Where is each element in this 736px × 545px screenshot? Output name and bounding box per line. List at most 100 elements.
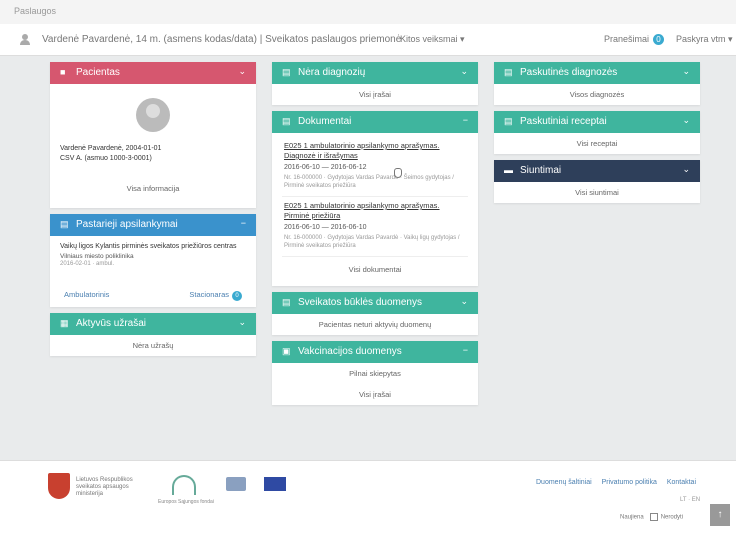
minus-icon[interactable]: − [241, 218, 246, 228]
event-item[interactable]: Vaikų ligos Kylantis pirminės sveikatos … [50, 236, 256, 284]
documents-card-title: Dokumentai [298, 116, 352, 127]
diagnoses-card-title: Nėra diagnozių [298, 67, 366, 78]
last-diagnoses-title: Paskutinės diagnozės [520, 67, 618, 78]
footer-link[interactable]: Privatumo politika [602, 479, 657, 486]
document-date: 2016-06-10 — 2016-06-12 [284, 164, 367, 171]
document-sub: Nr. 16-000000 · Gydytojas Vardas Pavardė… [284, 235, 460, 249]
documents-more-link[interactable]: Visi dokumentai [282, 257, 468, 280]
referrals-card-title: Siuntimai [520, 165, 562, 176]
tab-inpatient[interactable]: Stacionaras 0 [189, 290, 242, 301]
patient-code: CSV A. (asmuo 1000-3-0001) [60, 155, 152, 162]
note-icon: ▦ [60, 318, 69, 328]
recipes-card-title: Paskutiniai receptai [520, 116, 607, 127]
vaccines-card-header[interactable]: ▣ Vakcinacijos duomenys − [272, 341, 478, 363]
diagnoses-card-header[interactable]: ▤ Nėra diagnozių ⌄ [272, 62, 478, 84]
user-icon [20, 34, 30, 45]
recipes-card: ▤ Paskutiniai receptai ⌄ Visi receptai [494, 111, 700, 154]
document-date: 2016-06-10 — 2016-06-10 [284, 224, 367, 231]
ministry-logo-text: Lietuvos Respublikos sveikatos apsaugos … [76, 477, 133, 497]
notes-card-title: Aktyvūs užrašai [76, 318, 147, 329]
chevron-down-icon[interactable]: ⌄ [460, 296, 468, 307]
patient-name: Vardenė Pavardenė, 2004-01-01 [60, 145, 162, 152]
referrals-card-header[interactable]: ▬ Siuntimai ⌄ [494, 160, 700, 182]
footer-link[interactable]: Duomenų šaltiniai [536, 479, 592, 486]
recipes-card-header[interactable]: ▤ Paskutiniai receptai ⌄ [494, 111, 700, 133]
referrals-card: ▬ Siuntimai ⌄ Visi siuntimai [494, 160, 700, 203]
tab-ambulatory[interactable]: Ambulatorinis [64, 290, 109, 301]
account-menu[interactable]: Paskyra vtm ▾ [676, 34, 733, 45]
chevron-down-icon[interactable]: ⌄ [682, 115, 690, 126]
patient-card-title: Pacientas [76, 67, 120, 78]
event-org: Vilniaus miesto poliklinika [60, 253, 134, 260]
document-title[interactable]: E025 1 ambulatorinio apsilankymo aprašym… [284, 141, 466, 161]
chevron-down-icon[interactable]: ⌄ [238, 317, 246, 328]
vaccines-status: Pilnai skiepytas [349, 369, 401, 378]
patient-more-link[interactable]: Visa informacija [60, 164, 246, 199]
event-text: Vaikų ligos Kylantis pirminės sveikatos … [60, 243, 237, 250]
diagnoses-link[interactable]: Visi įrašai [272, 84, 478, 105]
chevron-down-icon[interactable]: ⌄ [460, 66, 468, 77]
alerts-card-title: Sveikatos būklės duomenys [298, 297, 422, 308]
mouse-cursor-icon [394, 168, 402, 178]
chevron-down-icon[interactable]: ⌄ [682, 66, 690, 77]
chevron-down-icon[interactable]: ⌄ [238, 66, 246, 77]
document-item[interactable]: E025 1 ambulatorinio apsilankymo aprašym… [282, 197, 468, 257]
column-middle: ▤ Nėra diagnozių ⌄ Visi įrašai ▤ Dokumenta… [272, 62, 478, 411]
scroll-top-button[interactable]: ↑ [710, 504, 730, 526]
count-badge: 0 [232, 291, 242, 301]
events-card-title: Pastarieji apsilankymai [76, 219, 178, 230]
events-card: ▤ Pastarieji apsilankymai − Vaikų ligos K… [50, 214, 256, 307]
dashboard: ■ Pacientas ⌄ Vardenė Pavardenė, 2004-01-… [14, 56, 730, 460]
patient-card: ■ Pacientas ⌄ Vardenė Pavardenė, 2004-01-… [50, 62, 256, 208]
vaccines-link[interactable]: Visi įrašai [272, 384, 478, 405]
vaccines-card: ▣ Vakcinacijos duomenys − Pilnai skiepyta… [272, 341, 478, 405]
minus-icon[interactable]: − [463, 345, 468, 355]
warning-icon: ▤ [282, 297, 291, 307]
status-label: Naujiena [620, 514, 644, 521]
list-icon: ▤ [504, 67, 513, 77]
chevron-down-icon[interactable]: ⌄ [682, 164, 690, 175]
footer-status: Naujiena Nerodyti [620, 513, 683, 521]
document-item[interactable]: E025 1 ambulatorinio apsilankymo aprašym… [282, 137, 468, 197]
calendar-icon: ▤ [60, 219, 69, 229]
event-date: 2016-02-01 · ambul. [60, 261, 115, 267]
document-icon: ▤ [282, 116, 291, 126]
avatar [136, 98, 170, 132]
minus-icon[interactable]: − [463, 115, 468, 125]
recipes-link[interactable]: Visi receptai [494, 133, 700, 154]
tab-ambulatory-label: Ambulatorinis [64, 290, 110, 299]
document-sub: Nr. 16-000000 · Gydytojas Vardas Pavardė… [284, 175, 454, 189]
last-diagnoses-header[interactable]: ▤ Paskutinės diagnozės ⌄ [494, 62, 700, 84]
last-diagnoses-card: ▤ Paskutinės diagnozės ⌄ Visos diagnozės [494, 62, 700, 105]
status-checkbox[interactable] [649, 513, 658, 521]
alerts-card: ▤ Sveikatos būklės duomenys ⌄ Pacientas n… [272, 292, 478, 335]
actions-dropdown[interactable]: Kitos veiksmai ▾ [400, 34, 465, 45]
column-left: ■ Pacientas ⌄ Vardenė Pavardenė, 2004-01-… [50, 62, 256, 362]
document-title[interactable]: E025 1 ambulatorinio apsilankymo aprašym… [284, 201, 466, 221]
language-switch[interactable]: LT · EN [680, 497, 700, 503]
pill-icon: ▤ [504, 116, 513, 126]
page-header: Vardenė Pavardenė, 14 m. (asmens kodas/d… [0, 24, 736, 56]
notes-card-header[interactable]: ▦ Aktyvūs užrašai ⌄ [50, 313, 256, 335]
eu-flag-logo [264, 477, 286, 491]
events-card-header[interactable]: ▤ Pastarieji apsilankymai − [50, 214, 256, 236]
alerts-card-header[interactable]: ▤ Sveikatos būklės duomenys ⌄ [272, 292, 478, 314]
status-value: Nerodyti [660, 514, 684, 521]
patient-card-header[interactable]: ■ Pacientas ⌄ [50, 62, 256, 84]
documents-card: ▤ Dokumentai − E025 1 ambulatorinio apsil… [272, 111, 478, 286]
notification-badge: 0 [653, 34, 665, 45]
browser-topbar: Paslaugos [0, 0, 736, 24]
notes-empty: Nėra užrašų [132, 341, 174, 350]
vaccines-card-title: Vakcinacijos duomenys [298, 346, 402, 357]
user-icon: ■ [60, 67, 66, 77]
documents-card-header[interactable]: ▤ Dokumentai − [272, 111, 478, 133]
coat-of-arms-logo [48, 473, 70, 499]
last-diagnoses-link[interactable]: Visos diagnozės [494, 84, 700, 105]
fund-logo-text: Europos Sąjungos fondai [158, 499, 214, 505]
referrals-link[interactable]: Visi siuntimai [494, 182, 700, 203]
alerts-text: Pacientas neturi aktyvių duomenų [318, 320, 432, 329]
tab-inpatient-label: Stacionaras [189, 290, 229, 299]
partner-logo [226, 477, 246, 491]
footer-link[interactable]: Kontaktai [667, 479, 696, 486]
notifications-link[interactable]: Pranešimai 0 [604, 34, 665, 45]
